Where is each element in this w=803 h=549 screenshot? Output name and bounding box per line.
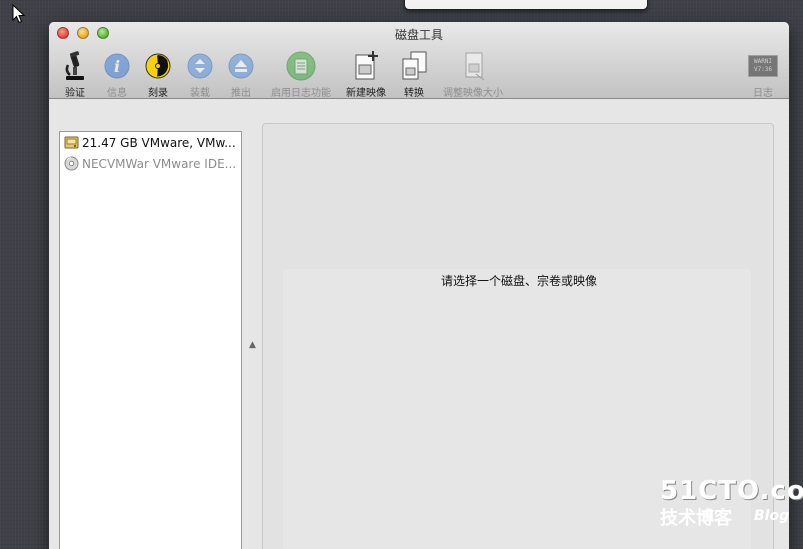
watermark-blog: Blog [754,508,790,524]
log-icon: WARNI V7:36 [748,55,778,77]
select-disk-message: 请选择一个磁盘、宗卷或映像 [440,274,597,288]
disk-list-sidebar: 21.47 GB VMware, VMw... NECVMWar VMware … [59,131,242,549]
burn-label: 刻录 [148,88,168,99]
convert-button[interactable]: 转换 [394,50,434,99]
enable-journaling-icon [286,51,316,81]
log-label: 日志 [753,88,773,99]
watermark-site: 51CTO.com [660,476,803,506]
eject-icon [228,53,254,79]
resize-image-button[interactable]: 调整映像大小 [438,50,508,99]
disk-list-item[interactable]: NECVMWar VMware IDE... [60,153,241,174]
info-label: 信息 [107,88,127,99]
eject-button[interactable]: 推出 [221,50,261,99]
watermark-logo: 51CTO.com 技术博客 Blog [660,476,803,530]
enable-journaling-button[interactable]: 启用日志功能 [266,50,336,99]
burn-button[interactable]: 刻录 [138,50,178,99]
info-icon: i [104,53,130,79]
background-popup [404,0,648,10]
mouse-cursor-icon [12,4,26,24]
disk-list-item-label: 21.47 GB VMware, VMw... [82,135,236,150]
verify-button[interactable]: 验证 [55,50,95,99]
convert-label: 转换 [404,88,424,99]
burn-icon [145,53,171,79]
window-title: 磁盘工具 [394,28,443,42]
new-image-button[interactable]: 新建映像 [342,50,390,99]
resize-image-icon [465,52,485,81]
mount-button[interactable]: 装载 [180,50,220,99]
convert-icon [402,51,427,80]
optical-disc-icon [64,156,79,171]
hard-disk-icon [64,136,79,149]
disk-list-item[interactable]: 21.47 GB VMware, VMw... [60,132,241,153]
new-image-label: 新建映像 [346,88,386,99]
svg-text:i: i [114,57,120,76]
eject-label: 推出 [231,88,251,99]
info-button[interactable]: i 信息 [97,50,137,99]
mount-icon [187,53,213,79]
new-image-icon [355,51,378,80]
microscope-icon [65,51,84,80]
resize-image-label: 调整映像大小 [443,88,503,99]
enable-journaling-label: 启用日志功能 [271,88,331,99]
verify-label: 验证 [65,88,85,99]
toolbar: 磁盘工具 验证 i 信息 刻录 装载 推出 启用日志功能 新建映像 转换 调整映… [49,22,789,99]
disk-utility-window: 磁盘工具 验证 i 信息 刻录 装载 推出 启用日志功能 新建映像 转换 调整映… [49,22,789,549]
mount-label: 装载 [190,88,210,99]
disk-list-item-label: NECVMWar VMware IDE... [82,156,237,171]
log-button[interactable]: WARNI V7:36 日志 [743,50,783,99]
split-view-divider-handle[interactable]: ▲ [249,340,256,350]
